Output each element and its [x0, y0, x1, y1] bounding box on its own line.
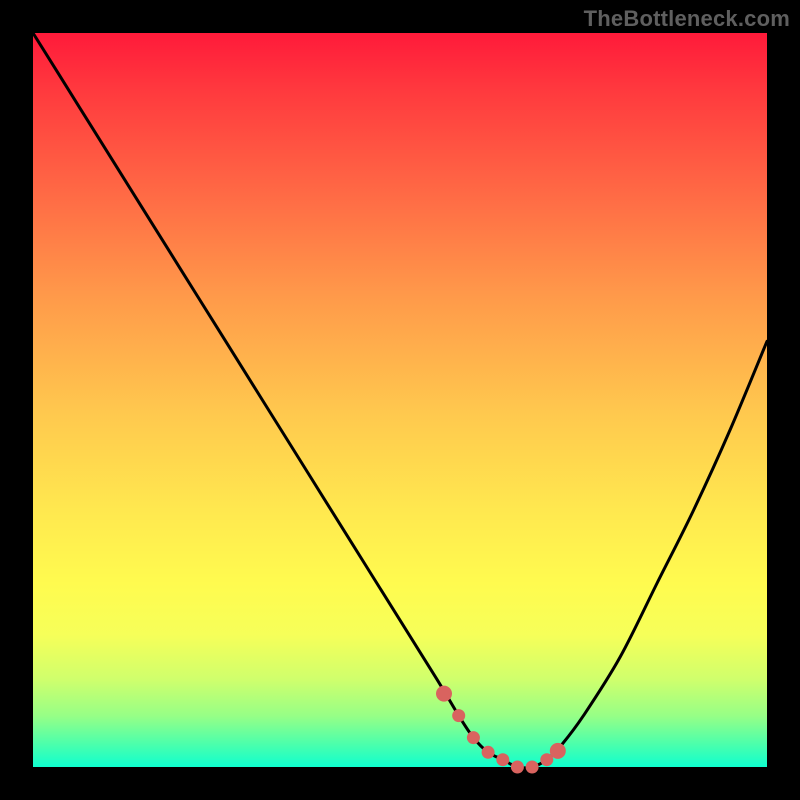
highlighted-range [436, 686, 566, 774]
marker-dot [482, 746, 495, 759]
bottleneck-curve [33, 33, 767, 768]
marker-dot [452, 709, 465, 722]
marker-dot [550, 743, 566, 759]
marker-dot [436, 686, 452, 702]
watermark-text: TheBottleneck.com [584, 6, 790, 32]
plot-area [33, 33, 767, 767]
marker-dot [511, 761, 524, 774]
chart-frame: TheBottleneck.com [0, 0, 800, 800]
marker-dot [526, 761, 539, 774]
marker-dot [496, 753, 509, 766]
curve-layer [33, 33, 767, 767]
marker-dot [467, 731, 480, 744]
